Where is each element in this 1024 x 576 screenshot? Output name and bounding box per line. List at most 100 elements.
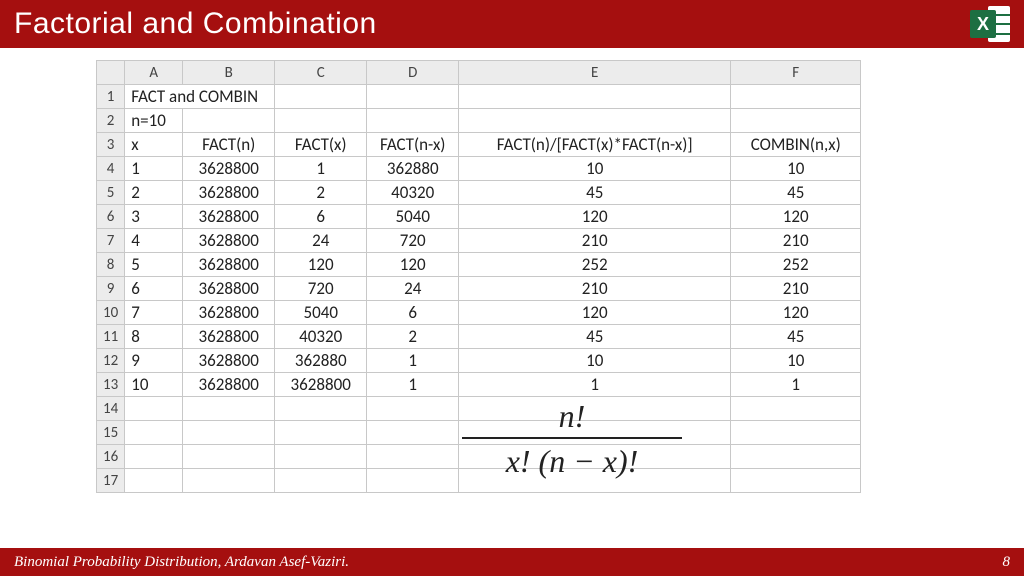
cell[interactable]: 3628800 <box>183 157 275 181</box>
row-header[interactable]: 2 <box>97 109 125 133</box>
cell[interactable] <box>183 421 275 445</box>
cell[interactable]: 120 <box>275 253 367 277</box>
col-header-C[interactable]: C <box>275 61 367 85</box>
cell[interactable] <box>183 469 275 493</box>
cell[interactable]: 7 <box>125 301 183 325</box>
cell[interactable]: 3628800 <box>183 205 275 229</box>
cell[interactable] <box>367 109 459 133</box>
cell[interactable]: 6 <box>367 301 459 325</box>
cell[interactable]: 120 <box>731 205 861 229</box>
cell[interactable] <box>125 397 183 421</box>
cell[interactable]: 120 <box>367 253 459 277</box>
col-header-A[interactable]: A <box>125 61 183 85</box>
cell[interactable]: 5040 <box>367 205 459 229</box>
cell[interactable] <box>125 469 183 493</box>
cell[interactable]: 1 <box>275 157 367 181</box>
cell[interactable] <box>183 109 275 133</box>
cell[interactable]: 10 <box>125 373 183 397</box>
cell[interactable]: 5040 <box>275 301 367 325</box>
cell[interactable] <box>459 85 731 109</box>
row-header[interactable]: 16 <box>97 445 125 469</box>
cell[interactable] <box>367 421 459 445</box>
col-header-D[interactable]: D <box>367 61 459 85</box>
cell[interactable]: 3628800 <box>183 325 275 349</box>
cell[interactable]: 2 <box>367 325 459 349</box>
cell[interactable]: 2 <box>275 181 367 205</box>
cell[interactable]: FACT and COMBIN <box>125 85 275 109</box>
cell[interactable]: 45 <box>459 325 731 349</box>
cell[interactable]: 1 <box>731 373 861 397</box>
cell[interactable]: 1 <box>459 373 731 397</box>
cell[interactable]: 210 <box>731 277 861 301</box>
cell[interactable]: 3 <box>125 205 183 229</box>
row-header[interactable]: 14 <box>97 397 125 421</box>
cell[interactable]: 5 <box>125 253 183 277</box>
cell[interactable]: 6 <box>275 205 367 229</box>
cell[interactable]: 10 <box>731 157 861 181</box>
cell[interactable] <box>731 397 861 421</box>
cell[interactable]: 4 <box>125 229 183 253</box>
cell[interactable]: 362880 <box>275 349 367 373</box>
cell[interactable]: 3628800 <box>183 349 275 373</box>
row-header[interactable]: 15 <box>97 421 125 445</box>
cell[interactable]: x <box>125 133 183 157</box>
cell[interactable]: 45 <box>459 181 731 205</box>
col-header-B[interactable]: B <box>183 61 275 85</box>
cell[interactable] <box>367 397 459 421</box>
cell[interactable]: 120 <box>459 205 731 229</box>
cell[interactable]: 210 <box>459 277 731 301</box>
row-header[interactable]: 8 <box>97 253 125 277</box>
cell[interactable] <box>125 421 183 445</box>
cell[interactable] <box>367 445 459 469</box>
cell[interactable]: 45 <box>731 325 861 349</box>
cell[interactable]: FACT(x) <box>275 133 367 157</box>
cell[interactable]: 40320 <box>275 325 367 349</box>
cell[interactable] <box>125 445 183 469</box>
cell[interactable] <box>275 445 367 469</box>
cell[interactable]: 3628800 <box>183 277 275 301</box>
cell[interactable]: 10 <box>459 157 731 181</box>
cell[interactable] <box>367 469 459 493</box>
cell[interactable]: 2 <box>125 181 183 205</box>
cell[interactable]: FACT(n)/[FACT(x)*FACT(n-x)] <box>459 133 731 157</box>
row-header[interactable]: 5 <box>97 181 125 205</box>
cell[interactable] <box>731 445 861 469</box>
cell[interactable]: 362880 <box>367 157 459 181</box>
cell[interactable]: 3628800 <box>183 253 275 277</box>
cell[interactable]: 1 <box>367 349 459 373</box>
cell[interactable] <box>731 421 861 445</box>
cell[interactable]: 8 <box>125 325 183 349</box>
cell[interactable]: 10 <box>731 349 861 373</box>
cell[interactable]: 45 <box>731 181 861 205</box>
cell[interactable] <box>275 421 367 445</box>
cell[interactable] <box>731 85 861 109</box>
cell[interactable] <box>731 109 861 133</box>
row-header[interactable]: 11 <box>97 325 125 349</box>
cell[interactable]: 210 <box>731 229 861 253</box>
select-all-corner[interactable] <box>97 61 125 85</box>
cell[interactable] <box>183 445 275 469</box>
cell[interactable]: 6 <box>125 277 183 301</box>
cell[interactable]: 720 <box>367 229 459 253</box>
cell[interactable] <box>275 469 367 493</box>
cell[interactable]: 120 <box>459 301 731 325</box>
cell[interactable]: 210 <box>459 229 731 253</box>
cell[interactable]: 252 <box>731 253 861 277</box>
col-header-F[interactable]: F <box>731 61 861 85</box>
row-header[interactable]: 17 <box>97 469 125 493</box>
row-header[interactable]: 4 <box>97 157 125 181</box>
cell[interactable]: 10 <box>459 349 731 373</box>
cell[interactable] <box>275 85 367 109</box>
cell[interactable]: 3628800 <box>183 301 275 325</box>
cell[interactable]: 252 <box>459 253 731 277</box>
cell[interactable]: COMBIN(n,x) <box>731 133 861 157</box>
cell[interactable]: 3628800 <box>183 181 275 205</box>
cell[interactable]: 3628800 <box>275 373 367 397</box>
row-header[interactable]: 1 <box>97 85 125 109</box>
cell[interactable]: n=10 <box>125 109 183 133</box>
cell[interactable]: FACT(n-x) <box>367 133 459 157</box>
row-header[interactable]: 6 <box>97 205 125 229</box>
cell[interactable]: 1 <box>367 373 459 397</box>
cell[interactable] <box>731 469 861 493</box>
cell[interactable] <box>183 397 275 421</box>
